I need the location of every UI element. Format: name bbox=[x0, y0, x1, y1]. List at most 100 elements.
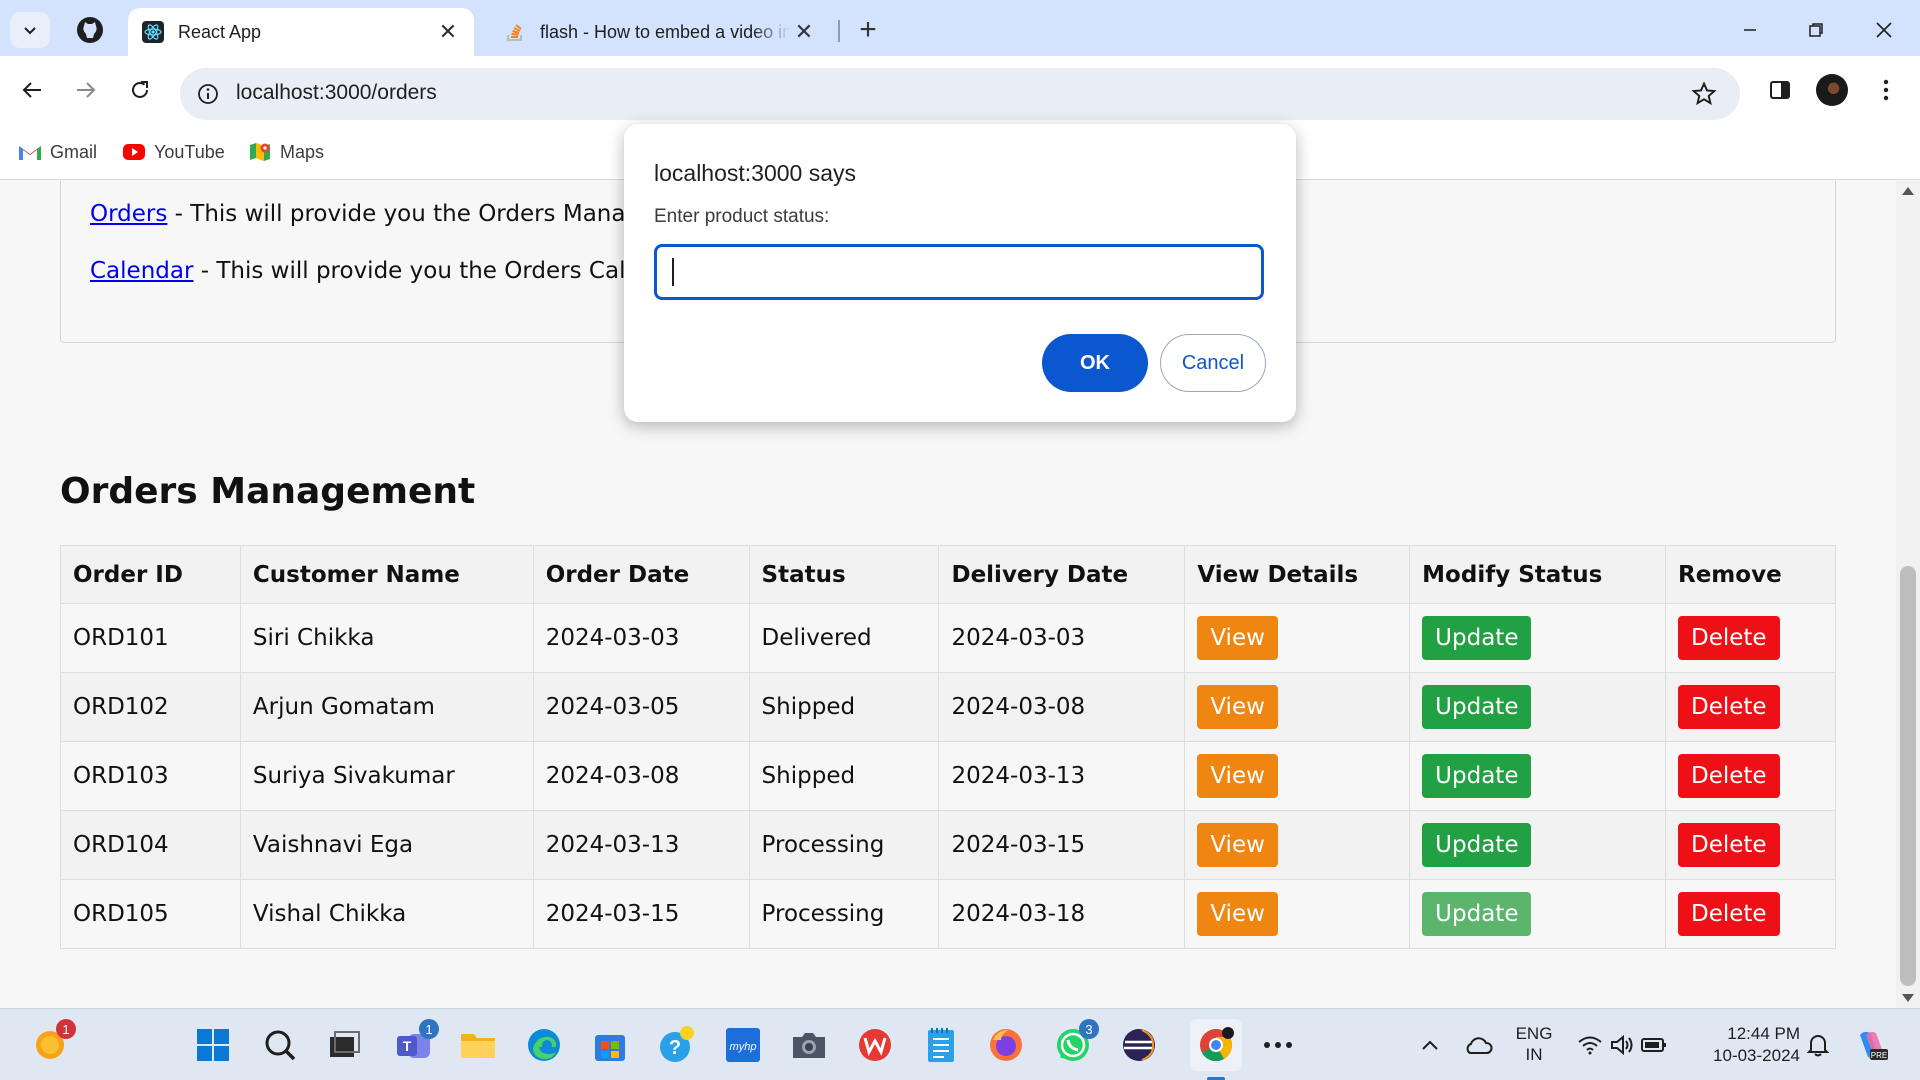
table-row: ORD104 Vaishnavi Ega 2024-03-13 Processi… bbox=[60, 810, 1836, 880]
github-icon[interactable] bbox=[74, 14, 106, 46]
update-cell: Update bbox=[1409, 879, 1666, 949]
column-header: Remove bbox=[1665, 545, 1836, 604]
calendar-link[interactable]: Calendar bbox=[90, 258, 193, 284]
show-hidden-icons-button[interactable] bbox=[1408, 1023, 1452, 1067]
store-app[interactable] bbox=[588, 1023, 632, 1067]
cancel-button[interactable]: Cancel bbox=[1160, 334, 1266, 392]
minimize-button[interactable] bbox=[1720, 10, 1780, 50]
side-panel-button[interactable] bbox=[1760, 70, 1800, 110]
tab-close-icon[interactable]: ✕ bbox=[790, 18, 818, 46]
quick-settings-button[interactable] bbox=[1572, 1023, 1672, 1067]
onedrive-button[interactable] bbox=[1456, 1023, 1500, 1067]
language-indicator[interactable]: ENG IN bbox=[1510, 1023, 1558, 1065]
delete-button[interactable]: Delete bbox=[1678, 823, 1780, 867]
table-row: ORD103 Suriya Sivakumar 2024-03-08 Shipp… bbox=[60, 741, 1836, 811]
file-explorer-app[interactable] bbox=[456, 1023, 500, 1067]
address-bar[interactable]: localhost:3000/orders bbox=[180, 68, 1740, 120]
delivery-date: 2024-03-03 bbox=[938, 603, 1186, 673]
url-text[interactable]: localhost:3000/orders bbox=[236, 81, 437, 105]
column-header: Modify Status bbox=[1409, 545, 1666, 604]
browser-menu-button[interactable] bbox=[1866, 70, 1906, 110]
tab-flash[interactable]: flash - How to embed a video in ✕ bbox=[490, 8, 830, 56]
update-button[interactable]: Update bbox=[1422, 616, 1532, 660]
start-button[interactable] bbox=[191, 1023, 235, 1067]
back-button[interactable] bbox=[12, 70, 52, 110]
view-cell: View bbox=[1184, 603, 1411, 673]
ok-button[interactable]: OK bbox=[1042, 334, 1148, 392]
arrow-right-icon bbox=[77, 82, 96, 98]
clock-date: 10-03-2024 bbox=[1713, 1046, 1800, 1065]
view-button[interactable]: View bbox=[1197, 892, 1278, 936]
more-apps-button[interactable] bbox=[1256, 1023, 1300, 1067]
bookmark-youtube[interactable]: YouTube bbox=[122, 138, 225, 166]
firefox-app[interactable] bbox=[984, 1023, 1028, 1067]
tab-close-icon[interactable]: ✕ bbox=[434, 18, 462, 46]
delete-button[interactable]: Delete bbox=[1678, 616, 1780, 660]
get-help-app[interactable]: ? bbox=[655, 1023, 699, 1067]
restore-button[interactable] bbox=[1786, 10, 1846, 50]
clock[interactable]: 12:44 PM 10-03-2024 bbox=[1690, 1023, 1800, 1067]
calendar-link-description: - This will provide you the Orders Cale bbox=[193, 258, 640, 284]
notifications-button[interactable] bbox=[1796, 1023, 1840, 1067]
update-button[interactable]: Update bbox=[1422, 892, 1532, 936]
scroll-up-arrow-icon[interactable] bbox=[1902, 187, 1914, 195]
notepad-app[interactable] bbox=[919, 1023, 963, 1067]
tab-react-app[interactable]: React App ✕ bbox=[128, 8, 474, 56]
copilot-button[interactable]: PRE bbox=[1850, 1023, 1894, 1067]
update-button[interactable]: Update bbox=[1422, 823, 1532, 867]
calendar-link-line: Calendar - This will provide you the Ord… bbox=[90, 258, 640, 284]
chevron-up-icon bbox=[1422, 1040, 1438, 1050]
order-status: Shipped bbox=[748, 741, 940, 811]
reload-button[interactable] bbox=[120, 70, 160, 110]
svg-text:T: T bbox=[403, 1038, 412, 1054]
customer-name: Siri Chikka bbox=[239, 603, 534, 673]
edge-icon bbox=[528, 1029, 560, 1061]
battery-icon bbox=[1641, 1038, 1666, 1052]
profile-button[interactable] bbox=[1812, 70, 1852, 110]
column-header: Order Date bbox=[532, 545, 750, 604]
page-scrollbar[interactable] bbox=[1896, 181, 1920, 1008]
scroll-down-arrow-icon[interactable] bbox=[1902, 994, 1914, 1002]
tab-search-button[interactable] bbox=[10, 12, 50, 48]
whatsapp-badge: 3 bbox=[1079, 1019, 1099, 1039]
side-panel-icon bbox=[1770, 81, 1790, 99]
site-info-icon[interactable] bbox=[194, 80, 222, 108]
view-button[interactable]: View bbox=[1197, 616, 1278, 660]
chrome-app[interactable] bbox=[1190, 1019, 1242, 1080]
delivery-date: 2024-03-08 bbox=[938, 672, 1186, 742]
delete-button[interactable]: Delete bbox=[1678, 685, 1780, 729]
view-button[interactable]: View bbox=[1197, 685, 1278, 729]
forward-button[interactable] bbox=[66, 70, 106, 110]
table-row: ORD102 Arjun Gomatam 2024-03-05 Shipped … bbox=[60, 672, 1836, 742]
myhp-app[interactable]: myhp bbox=[721, 1023, 765, 1067]
update-button[interactable]: Update bbox=[1422, 685, 1532, 729]
update-button[interactable]: Update bbox=[1422, 754, 1532, 798]
wps-office-app[interactable] bbox=[853, 1023, 897, 1067]
delete-cell: Delete bbox=[1665, 603, 1836, 673]
weather-widget[interactable]: 1 bbox=[28, 1019, 76, 1067]
eclipse-app[interactable] bbox=[1117, 1023, 1161, 1067]
camera-app[interactable] bbox=[787, 1023, 831, 1067]
stackoverflow-icon bbox=[504, 21, 526, 43]
search-button[interactable] bbox=[258, 1023, 302, 1067]
delete-button[interactable]: Delete bbox=[1678, 754, 1780, 798]
delete-button[interactable]: Delete bbox=[1678, 892, 1780, 936]
new-tab-button[interactable]: + bbox=[850, 12, 886, 48]
view-button[interactable]: View bbox=[1197, 823, 1278, 867]
myhp-icon: myhp bbox=[726, 1028, 760, 1062]
edge-app[interactable] bbox=[522, 1023, 566, 1067]
bookmark-maps[interactable]: Maps bbox=[248, 138, 324, 166]
minimize-icon bbox=[1744, 29, 1756, 31]
whatsapp-app[interactable]: 3 bbox=[1051, 1019, 1099, 1067]
bookmark-star-icon[interactable] bbox=[1688, 78, 1720, 110]
task-view-button[interactable] bbox=[322, 1023, 366, 1067]
product-status-input[interactable] bbox=[654, 244, 1264, 300]
scrollbar-thumb[interactable] bbox=[1900, 566, 1916, 986]
table-row: ORD101 Siri Chikka 2024-03-03 Delivered … bbox=[60, 603, 1836, 673]
teams-app[interactable]: T 1 bbox=[391, 1019, 439, 1067]
order-status: Shipped bbox=[748, 672, 940, 742]
bookmark-gmail[interactable]: Gmail bbox=[18, 138, 97, 166]
orders-link[interactable]: Orders bbox=[90, 201, 167, 227]
close-window-button[interactable] bbox=[1854, 10, 1914, 50]
view-button[interactable]: View bbox=[1197, 754, 1278, 798]
